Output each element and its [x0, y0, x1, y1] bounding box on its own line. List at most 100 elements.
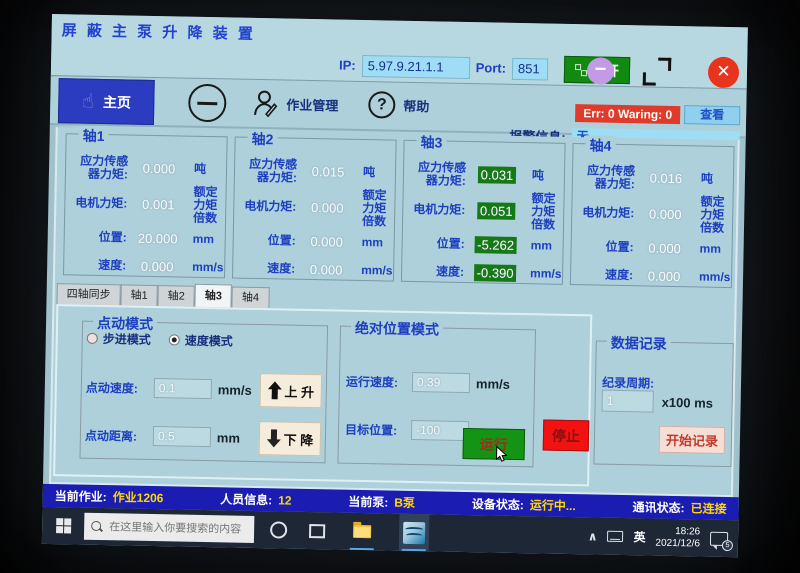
task-view-icon[interactable]	[309, 524, 325, 538]
tab-axis4[interactable]: 轴4	[232, 287, 270, 309]
sensor-torque-label: 应力传感器力矩:	[408, 160, 466, 187]
monitor-photo-frame: 屏 蔽 主 泵 升 降 装 置 IP: Port: 断开 − ✕ ☝ 主页	[42, 14, 748, 557]
speed-label: 速度:	[575, 268, 633, 282]
tab-axis1[interactable]: 轴1	[120, 284, 158, 306]
tab-axis2[interactable]: 轴2	[158, 285, 196, 307]
current-job-value: 作业1206	[113, 488, 164, 506]
sensor-torque-unit: 吨	[528, 169, 560, 183]
radio-speed-mode[interactable]: 速度模式	[169, 331, 233, 349]
taskbar-search[interactable]	[84, 513, 254, 543]
jog-up-button[interactable]: 上 升	[259, 373, 322, 408]
jog-down-button[interactable]: 下 降	[259, 421, 322, 456]
maximize-icon[interactable]	[643, 57, 672, 86]
cortana-icon[interactable]	[270, 521, 287, 538]
sensor-torque-value: 0.031	[478, 166, 517, 184]
motor-torque-unit: 额定力矩倍数	[358, 189, 391, 229]
axis1-title: 轴1	[78, 126, 108, 147]
start-button[interactable]	[42, 507, 85, 545]
record-period-unit: x100 ms	[662, 394, 714, 410]
position-label: 位置:	[69, 230, 127, 244]
speed-value: 0.000	[635, 268, 693, 284]
clock-date: 2021/12/6	[655, 537, 700, 550]
hmi-app-button[interactable]	[399, 514, 430, 552]
ime-indicator[interactable]: 英	[633, 528, 645, 545]
touch-keyboard-icon[interactable]	[607, 531, 623, 542]
hmi-screen: 屏 蔽 主 泵 升 降 装 置 IP: Port: 断开 − ✕ ☝ 主页	[42, 14, 748, 557]
ip-label: IP:	[339, 58, 356, 73]
position-value: 0.000	[635, 240, 693, 256]
motor-torque-value: 0.051	[477, 202, 516, 220]
nav-help[interactable]: ? 帮助	[368, 91, 430, 119]
help-label: 帮助	[403, 96, 429, 115]
window-controls: − ✕	[587, 54, 740, 89]
speed-unit: mm/s	[357, 263, 393, 277]
axis4-title: 轴4	[585, 135, 615, 156]
record-period-input[interactable]	[601, 390, 653, 413]
main-content-frame: 轴1 应力传感器力矩:0.000吨 电机力矩:0.001额定力矩倍数 位置:20…	[49, 127, 740, 497]
error-warning-badge: Err: 0 Waring: 0	[575, 104, 680, 124]
target-position-input[interactable]	[411, 420, 469, 441]
motor-torque-value: 0.000	[636, 206, 694, 222]
close-button[interactable]: ✕	[708, 57, 740, 89]
folder-icon	[353, 525, 371, 538]
radio-off-icon	[87, 333, 98, 344]
speed-value: 0.000	[128, 258, 186, 274]
run-button[interactable]: 运行	[463, 428, 526, 460]
radio-step-mode[interactable]: 步进模式	[87, 330, 151, 348]
speed-label: 速度:	[68, 258, 126, 272]
taskbar-tray: ∧ 英 18:26 2021/12/6 5	[587, 517, 738, 557]
tab-four-axis-sync[interactable]: 四轴同步	[56, 283, 120, 305]
speed-unit: mm/s	[526, 267, 562, 281]
motor-torque-unit: 额定力矩倍数	[696, 195, 729, 235]
personnel-status: 人员信息:12	[220, 490, 292, 508]
axis1-panel: 轴1 应力传感器力矩:0.000吨 电机力矩:0.001额定力矩倍数 位置:20…	[63, 133, 228, 278]
windows-logo-icon	[56, 518, 71, 533]
sensor-torque-value: 0.016	[637, 170, 695, 186]
axis3-title: 轴3	[416, 132, 446, 153]
run-speed-unit: mm/s	[476, 376, 514, 392]
jog-speed-label: 点动速度:	[86, 378, 154, 396]
position-label: 位置:	[407, 236, 465, 250]
start-record-button[interactable]: 开始记录	[659, 426, 726, 454]
radio-on-icon	[169, 334, 180, 345]
port-input[interactable]	[512, 57, 548, 80]
nav-job-management[interactable]: 作业管理	[252, 89, 339, 119]
stop-button[interactable]: 停止	[543, 420, 590, 452]
job-mgmt-label: 作业管理	[286, 94, 338, 114]
clock[interactable]: 18:26 2021/12/6	[655, 525, 700, 550]
ip-input[interactable]	[361, 54, 469, 78]
search-input[interactable]	[109, 521, 247, 536]
position-unit: mm	[358, 235, 390, 249]
collapse-icon[interactable]	[188, 84, 227, 123]
jog-speed-input[interactable]	[154, 378, 212, 399]
sensor-torque-label: 应力传感器力矩:	[239, 157, 297, 184]
tab-home[interactable]: ☝ 主页	[58, 78, 155, 125]
home-label: 主页	[103, 91, 131, 112]
speed-unit: mm/s	[188, 260, 224, 274]
port-label: Port:	[476, 60, 507, 76]
run-speed-input[interactable]	[412, 372, 470, 393]
tab-axis3[interactable]: 轴3	[195, 284, 233, 308]
jog-speed-unit: mm/s	[218, 382, 256, 398]
jog-distance-input[interactable]	[153, 426, 211, 447]
minimize-button[interactable]: −	[587, 57, 615, 85]
device-status-value: 运行中...	[530, 496, 576, 514]
file-explorer-button[interactable]	[347, 513, 378, 551]
taskbar-icons	[270, 511, 430, 551]
user-edit-icon	[252, 89, 279, 117]
view-alarms-button[interactable]: 查看	[684, 105, 740, 125]
position-value: -5.262	[474, 236, 517, 254]
notification-center-icon[interactable]: 5	[710, 531, 728, 545]
motor-torque-value: 0.001	[129, 197, 187, 213]
current-pump-status: 当前泵:B泵	[348, 493, 415, 511]
tray-expand-icon[interactable]: ∧	[588, 529, 598, 543]
sensor-torque-unit: 吨	[190, 163, 222, 177]
sensor-torque-label: 应力传感器力矩:	[70, 154, 128, 181]
axes-row: 轴1 应力传感器力矩:0.000吨 电机力矩:0.001额定力矩倍数 位置:20…	[63, 133, 735, 288]
speed-label: 速度:	[237, 261, 295, 275]
motor-torque-label: 电机力矩:	[238, 200, 296, 214]
app-title: 屏 蔽 主 泵 升 降 装 置	[61, 19, 256, 44]
target-position-label: 目标位置:	[345, 420, 411, 438]
speed-mode-label: 速度模式	[185, 332, 233, 350]
motor-torque-label: 电机力矩:	[576, 206, 634, 220]
